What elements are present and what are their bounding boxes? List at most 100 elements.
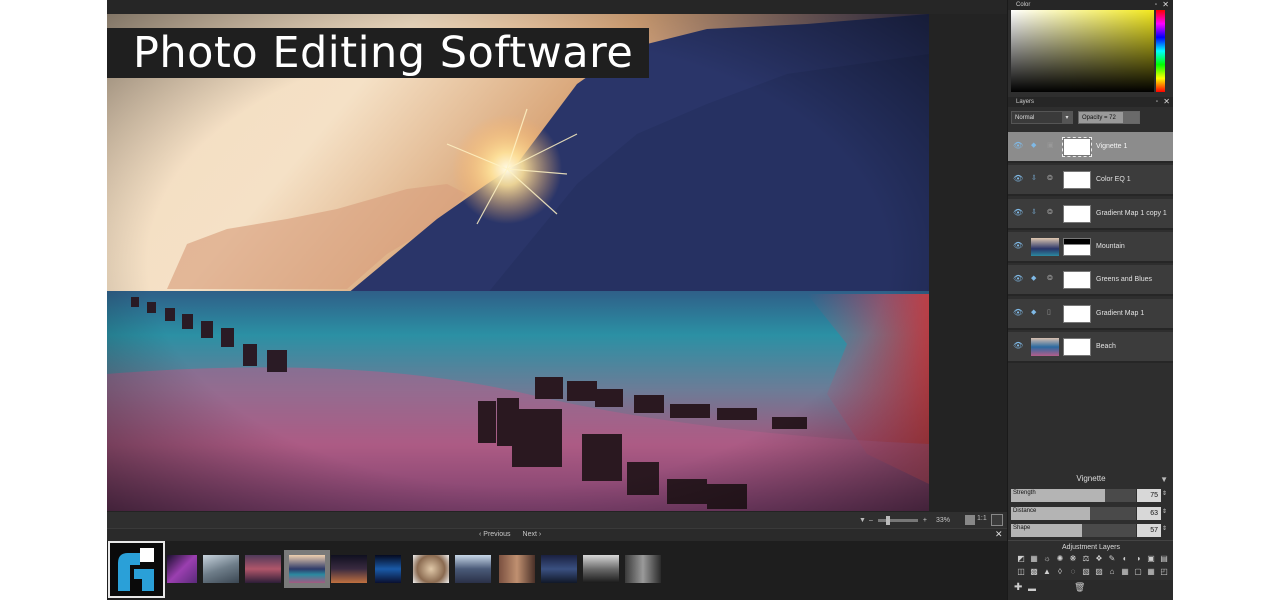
- zoom-menu-button[interactable]: [964, 515, 975, 525]
- link-icon[interactable]: ⇩: [1031, 208, 1037, 216]
- slider-value[interactable]: 75: [1137, 489, 1161, 502]
- vignette-slider-distance[interactable]: Distance 63 ⇕: [1011, 506, 1171, 520]
- filmstrip-thumbnail-selected[interactable]: [284, 550, 330, 588]
- photo-canvas[interactable]: [107, 14, 929, 511]
- vignette-icon[interactable]: ◫: [1015, 566, 1027, 578]
- delete-layer-icon[interactable]: 🗑: [1074, 582, 1085, 593]
- posterize-icon[interactable]: ▣: [1145, 553, 1157, 565]
- visibility-eye-icon[interactable]: 👁: [1013, 308, 1023, 317]
- sharpen-icon[interactable]: ▲: [1041, 566, 1053, 578]
- adjustment-layer-buttons: ◩▦☼✺❋⚖❖✎◐◑▣▤▥ ◫▩▲◊◌▧▨⌂▦▢▦◰◲: [1015, 553, 1171, 578]
- filmstrip-thumbnail[interactable]: [541, 555, 577, 583]
- filmstrip-thumbnail[interactable]: [499, 555, 535, 583]
- close-icon[interactable]: ✕: [1162, 0, 1169, 10]
- zoom-dropdown-icon[interactable]: ▼: [859, 517, 866, 524]
- vignette-panel-header: Vignette ▼: [1008, 474, 1173, 488]
- link-icon[interactable]: ⇩: [1031, 174, 1037, 182]
- adjustment-type-icon: ❂: [1047, 275, 1053, 283]
- visibility-eye-icon[interactable]: 👁: [1013, 274, 1023, 283]
- gradient-icon[interactable]: ▨: [1093, 566, 1105, 578]
- zoom-out-icon[interactable]: –: [869, 517, 873, 524]
- visibility-eye-icon[interactable]: 👁: [1013, 141, 1023, 150]
- brightness-icon[interactable]: ☼: [1041, 553, 1053, 565]
- lock-icon[interactable]: ⌂: [1106, 566, 1118, 578]
- layer-row[interactable]: 👁 Mountain: [1008, 231, 1173, 263]
- visibility-eye-icon[interactable]: 👁: [1013, 241, 1023, 250]
- drop-icon[interactable]: ◊: [1054, 566, 1066, 578]
- visibility-eye-icon[interactable]: 👁: [1013, 174, 1023, 183]
- previous-button[interactable]: ‹ Previous: [479, 531, 511, 538]
- histogram-icon[interactable]: ◲: [1171, 566, 1173, 578]
- visibility-eye-icon[interactable]: 👁: [1013, 208, 1023, 217]
- filmstrip-thumbnail[interactable]: [245, 555, 281, 583]
- beach-mountain-photo: [107, 14, 929, 511]
- hue-slider[interactable]: [1156, 10, 1165, 92]
- color-eq-icon[interactable]: ✎: [1106, 553, 1118, 565]
- slider-value[interactable]: 63: [1137, 506, 1161, 520]
- filmstrip-thumbnail[interactable]: [583, 555, 619, 583]
- visibility-eye-icon[interactable]: 👁: [1013, 341, 1023, 350]
- zoom-control[interactable]: ▼ – + 33%: [859, 515, 975, 525]
- vignette-slider-shape[interactable]: Shape 57 ⇕: [1011, 524, 1171, 537]
- hue-icon[interactable]: ❋: [1067, 553, 1079, 565]
- opacity-slider[interactable]: Opacity = 72: [1078, 111, 1140, 124]
- layer-row[interactable]: 👁 Beach: [1008, 331, 1173, 363]
- chevron-down-icon[interactable]: ▾: [1062, 112, 1072, 123]
- add-layer-icon[interactable]: ✚: [1014, 582, 1022, 593]
- filmstrip-thumbnail[interactable]: [331, 555, 367, 583]
- balance-icon[interactable]: ⚖: [1080, 553, 1092, 565]
- filmstrip-thumbnail[interactable]: [455, 555, 491, 583]
- map-icon[interactable]: ▤: [1158, 553, 1170, 565]
- collapse-icon[interactable]: ▼: [1160, 475, 1168, 484]
- filmstrip-thumbnail[interactable]: [625, 555, 661, 583]
- canvas-area[interactable]: Photo Editing Software: [107, 14, 1007, 512]
- photo-filter-icon[interactable]: ◐: [1119, 553, 1131, 565]
- spinner-icon[interactable]: ⇕: [1162, 490, 1167, 497]
- fit-to-window-button[interactable]: [991, 514, 1003, 526]
- color-picker-field[interactable]: [1011, 10, 1154, 92]
- pin-icon[interactable]: ▫: [1156, 97, 1158, 107]
- close-filmstrip-icon[interactable]: ✕: [995, 529, 1003, 540]
- spinner-icon[interactable]: ⇕: [1162, 508, 1167, 515]
- filmstrip-thumbnail[interactable]: [375, 555, 401, 583]
- layer-options-icon[interactable]: ▬: [1028, 584, 1036, 593]
- link-icon[interactable]: ◆: [1031, 308, 1036, 316]
- texture-icon[interactable]: ▦: [1145, 566, 1157, 578]
- pin-icon[interactable]: ▫: [1155, 0, 1157, 10]
- grid-icon[interactable]: ▦: [1119, 566, 1131, 578]
- channel-icon[interactable]: ▩: [1028, 566, 1040, 578]
- layer-row[interactable]: 👁 ◆ ▯ Gradient Map 1: [1008, 298, 1173, 330]
- top-toolbar-strip: [107, 0, 1007, 14]
- next-button[interactable]: Next ›: [523, 531, 542, 538]
- zoom-slider[interactable]: [877, 515, 918, 525]
- blend-mode-select[interactable]: Normal ▾: [1011, 111, 1073, 124]
- zoom-slider-knob[interactable]: [885, 515, 890, 525]
- levels-icon[interactable]: ◩: [1015, 553, 1027, 565]
- layer-row[interactable]: 👁 ⇩ ❂ Color EQ 1: [1008, 165, 1173, 197]
- frame-icon[interactable]: ▢: [1132, 566, 1144, 578]
- filmstrip-thumbnail[interactable]: [203, 555, 239, 583]
- noise-icon[interactable]: ▧: [1080, 566, 1092, 578]
- crop-icon[interactable]: ◰: [1158, 566, 1170, 578]
- zoom-in-icon[interactable]: +: [923, 517, 927, 524]
- slider-value[interactable]: 57: [1137, 524, 1161, 537]
- adjustment-layers-header: Adjustment Layers: [1008, 540, 1173, 552]
- layer-row[interactable]: 👁 ⇩ ❂ Gradient Map 1 copy 1: [1008, 198, 1173, 230]
- close-icon[interactable]: ✕: [1163, 97, 1170, 107]
- vibrance-icon[interactable]: ❖: [1093, 553, 1105, 565]
- filmstrip-thumbnail[interactable]: [167, 555, 197, 583]
- layer-row[interactable]: 👁 ◆ ▣ Vignette 1: [1008, 132, 1173, 163]
- blur-icon[interactable]: ◌: [1067, 566, 1079, 578]
- link-icon[interactable]: ◆: [1031, 274, 1036, 282]
- actual-size-button[interactable]: 1:1: [977, 515, 987, 522]
- exposure-icon[interactable]: ✺: [1054, 553, 1066, 565]
- invert-icon[interactable]: ◑: [1132, 553, 1144, 565]
- layer-row[interactable]: 👁 ◆ ❂ Greens and Blues: [1008, 265, 1173, 297]
- threshold-icon[interactable]: ▥: [1171, 553, 1173, 565]
- filmstrip-thumbnail[interactable]: [413, 555, 449, 583]
- adjustment-type-icon: ▯: [1047, 308, 1051, 316]
- curves-icon[interactable]: ▦: [1028, 553, 1040, 565]
- spinner-icon[interactable]: ⇕: [1162, 525, 1167, 532]
- vignette-slider-strength[interactable]: Strength 75 ⇕: [1011, 489, 1171, 502]
- link-icon[interactable]: ◆: [1031, 141, 1036, 149]
